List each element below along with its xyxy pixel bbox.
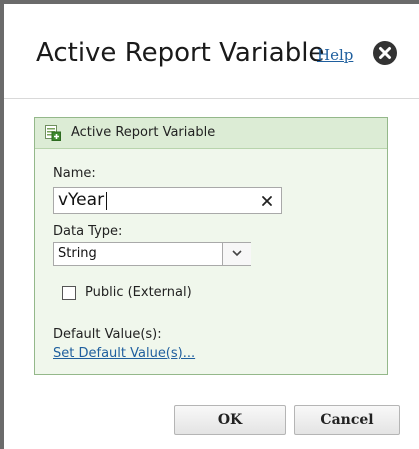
name-field[interactable] — [53, 187, 282, 214]
data-type-select[interactable]: String — [53, 242, 251, 266]
name-input[interactable] — [58, 189, 248, 211]
text-caret — [106, 192, 107, 210]
cancel-button[interactable]: Cancel — [294, 405, 400, 435]
data-type-value: String — [58, 246, 97, 261]
dialog-title: Active Report Variable — [36, 38, 325, 68]
variable-panel: Active Report Variable Name: Data Type: … — [34, 117, 388, 375]
active-report-variable-dialog: Active Report Variable Help Active Repor… — [4, 4, 419, 449]
name-label: Name: — [53, 166, 96, 181]
dialog-header: Active Report Variable Help — [4, 4, 419, 99]
chevron-down-icon — [232, 250, 242, 257]
dropdown-button[interactable] — [222, 243, 251, 265]
data-type-label: Data Type: — [53, 224, 123, 239]
panel-header: Active Report Variable — [35, 118, 387, 149]
help-link[interactable]: Help — [317, 46, 353, 64]
public-label: Public (External) — [85, 285, 192, 300]
ok-button[interactable]: OK — [174, 405, 286, 435]
close-icon[interactable] — [373, 41, 397, 65]
default-values-label: Default Value(s): — [53, 327, 162, 342]
report-variable-icon — [45, 125, 61, 141]
public-checkbox[interactable] — [62, 286, 76, 300]
set-default-values-link[interactable]: Set Default Value(s)... — [53, 346, 195, 361]
panel-title: Active Report Variable — [71, 125, 216, 140]
clear-x-icon[interactable] — [260, 193, 274, 207]
